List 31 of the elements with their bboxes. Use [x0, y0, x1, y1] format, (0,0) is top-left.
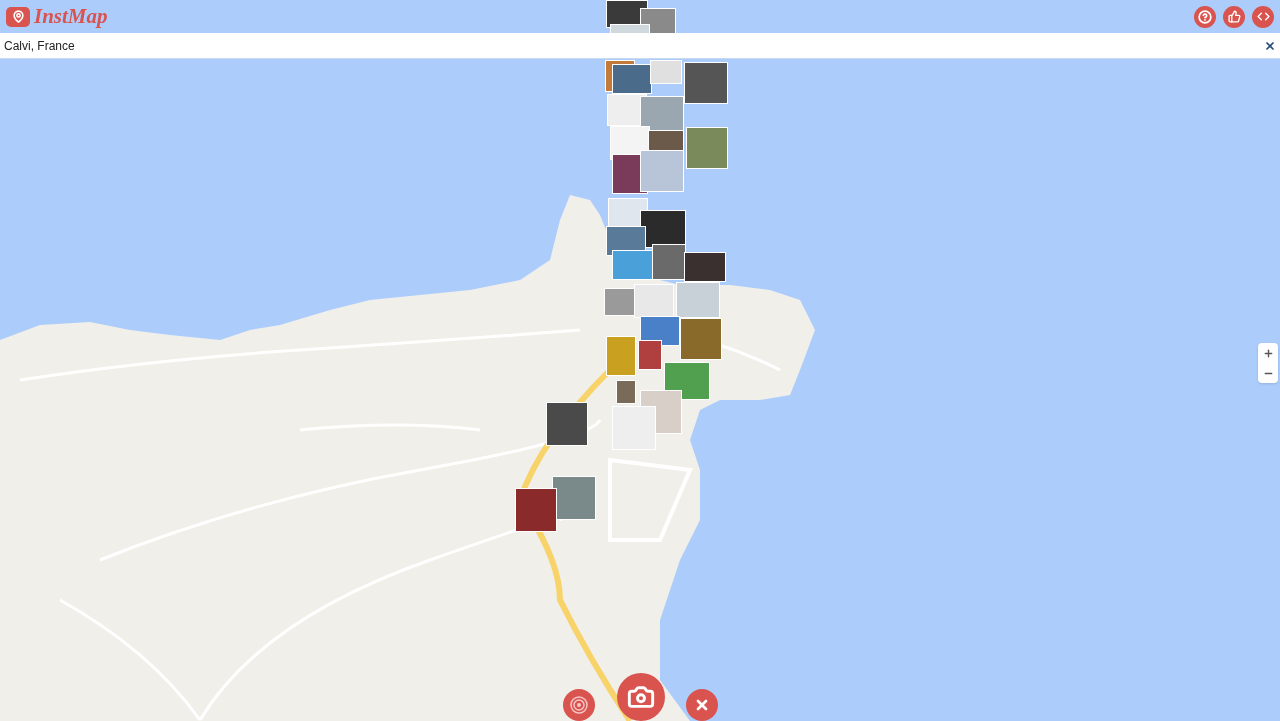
photo-marker[interactable] — [604, 288, 636, 316]
camera-pin-icon — [6, 6, 30, 27]
photo-marker[interactable] — [552, 476, 596, 520]
search-bar[interactable]: Calvi, France — [0, 33, 1280, 59]
close-icon[interactable] — [1264, 39, 1276, 52]
photo-marker[interactable] — [640, 150, 684, 192]
target-icon — [570, 696, 588, 714]
photo-marker[interactable] — [638, 340, 662, 370]
photo-marker[interactable] — [634, 284, 674, 318]
photo-marker[interactable] — [612, 406, 656, 450]
search-field[interactable]: Calvi, France — [4, 36, 1264, 55]
code-icon — [1256, 10, 1270, 23]
camera-icon — [627, 683, 655, 711]
photo-marker[interactable] — [610, 24, 650, 34]
close-icon — [694, 697, 710, 713]
zoom-in-icon[interactable] — [1262, 347, 1274, 359]
photo-marker[interactable] — [515, 488, 557, 532]
photo-marker[interactable] — [680, 318, 722, 360]
photo-marker[interactable] — [664, 362, 710, 400]
photo-marker[interactable] — [676, 282, 720, 318]
photo-marker[interactable] — [546, 402, 588, 446]
photo-marker[interactable] — [650, 60, 682, 84]
photo-marker[interactable] — [652, 244, 686, 280]
photo-marker[interactable] — [684, 62, 728, 104]
photo-marker[interactable] — [606, 336, 636, 376]
photo-marker[interactable] — [684, 252, 726, 282]
photo-marker[interactable] — [686, 127, 728, 169]
thumbs-up-icon — [1227, 10, 1241, 23]
photo-marker[interactable] — [612, 64, 652, 94]
help-icon — [1198, 9, 1212, 24]
photo-marker[interactable] — [616, 380, 636, 404]
